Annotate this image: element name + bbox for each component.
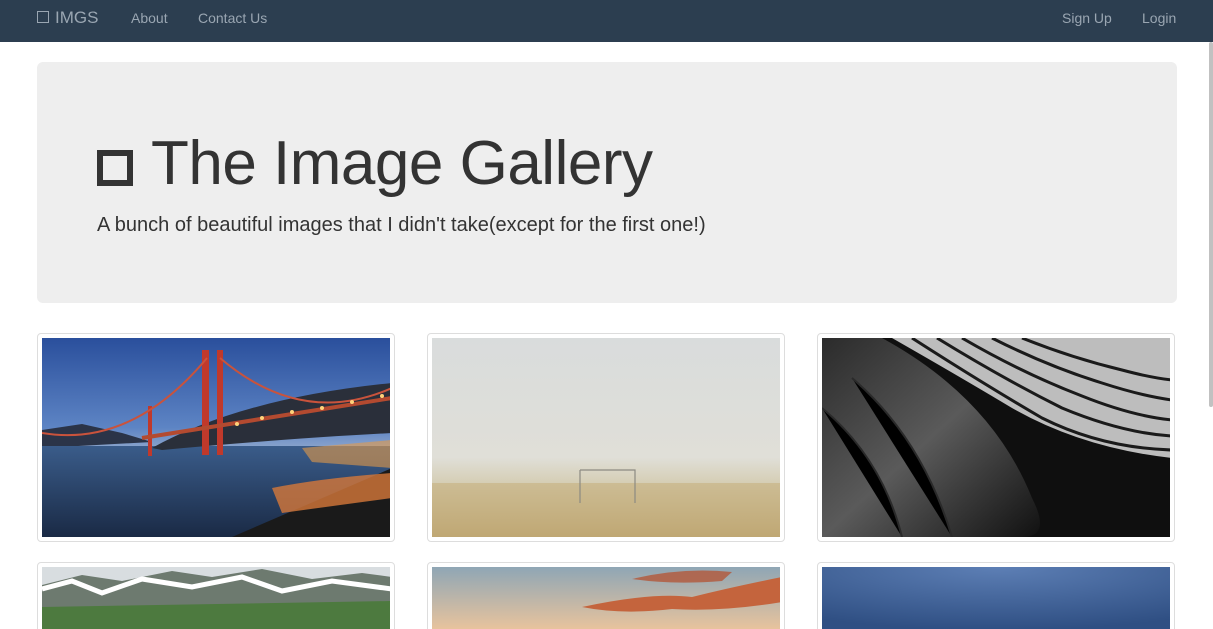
- sunset-clouds-image: [432, 567, 780, 629]
- nav-link-contact[interactable]: Contact Us: [198, 9, 267, 27]
- page-title: The Image Gallery: [97, 128, 653, 200]
- nav-link-about[interactable]: About: [131, 9, 168, 27]
- snowy-mountains-image: [42, 567, 390, 629]
- page-subtitle: A bunch of beautiful images that I didn'…: [97, 214, 706, 236]
- blue-sky-image: [822, 567, 1170, 629]
- foggy-beach-image: [432, 338, 780, 537]
- nav-link-sign-up[interactable]: Sign Up: [1062, 9, 1112, 27]
- gallery-thumbnail[interactable]: [817, 562, 1175, 629]
- gallery-thumbnail[interactable]: [817, 333, 1175, 542]
- square-outline-icon: [97, 150, 133, 186]
- gallery-thumbnail[interactable]: [37, 333, 395, 542]
- abstract-architecture-image: [822, 338, 1170, 537]
- jumbotron: The Image Gallery A bunch of beautiful i…: [37, 62, 1177, 303]
- square-outline-icon: [37, 11, 49, 23]
- navbar: IMGS About Contact Us Sign Up Login: [0, 0, 1213, 42]
- brand-label: IMGS: [55, 8, 99, 27]
- gallery-thumbnail[interactable]: [427, 333, 785, 542]
- gallery-thumbnail[interactable]: [37, 562, 395, 629]
- golden-gate-bridge-image: [42, 338, 390, 537]
- gallery-thumbnail[interactable]: [427, 562, 785, 629]
- nav-link-login[interactable]: Login: [1142, 9, 1176, 27]
- brand-link[interactable]: IMGS: [37, 8, 98, 28]
- page-title-text: The Image Gallery: [151, 129, 653, 198]
- page-scrollbar[interactable]: [1209, 42, 1213, 407]
